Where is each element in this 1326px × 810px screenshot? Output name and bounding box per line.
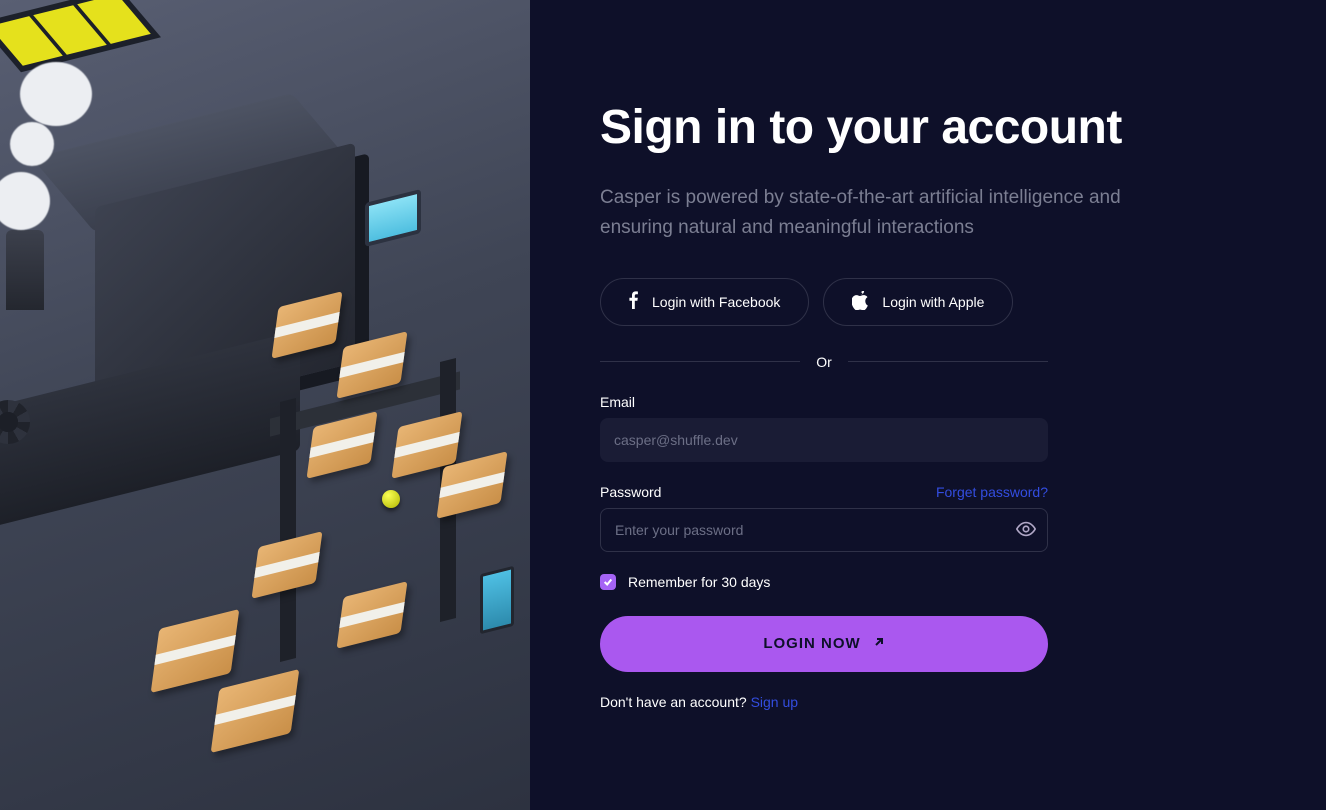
login-submit-label: LOGIN NOW [763, 635, 860, 652]
checkbox-icon [600, 574, 616, 590]
arrow-up-right-icon [873, 635, 885, 652]
signup-row: Don't have an account? Sign up [600, 694, 1048, 710]
login-apple-button[interactable]: Login with Apple [823, 278, 1013, 326]
divider-label: Or [816, 354, 832, 370]
remember-label: Remember for 30 days [628, 574, 770, 590]
page-title: Sign in to your account [600, 100, 1160, 155]
email-label: Email [600, 394, 635, 410]
password-label: Password [600, 484, 661, 500]
login-submit-button[interactable]: LOGIN NOW [600, 616, 1048, 672]
signup-prompt: Don't have an account? [600, 694, 751, 710]
login-facebook-label: Login with Facebook [652, 294, 780, 310]
toggle-password-button[interactable] [1014, 518, 1038, 542]
login-apple-label: Login with Apple [882, 294, 984, 310]
social-login-row: Login with Facebook Login with Apple [600, 278, 1160, 326]
apple-icon [852, 291, 868, 313]
forgot-password-link[interactable]: Forget password? [936, 484, 1048, 500]
social-divider: Or [600, 354, 1048, 370]
page-subtitle: Casper is powered by state-of-the-art ar… [600, 183, 1160, 242]
login-form: Email Password Forget password? [600, 394, 1048, 710]
signup-link[interactable]: Sign up [751, 694, 798, 710]
email-input[interactable] [600, 418, 1048, 462]
hero-illustration [0, 0, 530, 810]
page: Sign in to your account Casper is powere… [0, 0, 1326, 810]
auth-panel: Sign in to your account Casper is powere… [530, 0, 1326, 810]
password-input[interactable] [600, 508, 1048, 552]
remember-checkbox[interactable]: Remember for 30 days [600, 574, 1048, 590]
eye-icon [1015, 528, 1037, 543]
login-facebook-button[interactable]: Login with Facebook [600, 278, 809, 326]
facebook-icon [629, 291, 638, 312]
